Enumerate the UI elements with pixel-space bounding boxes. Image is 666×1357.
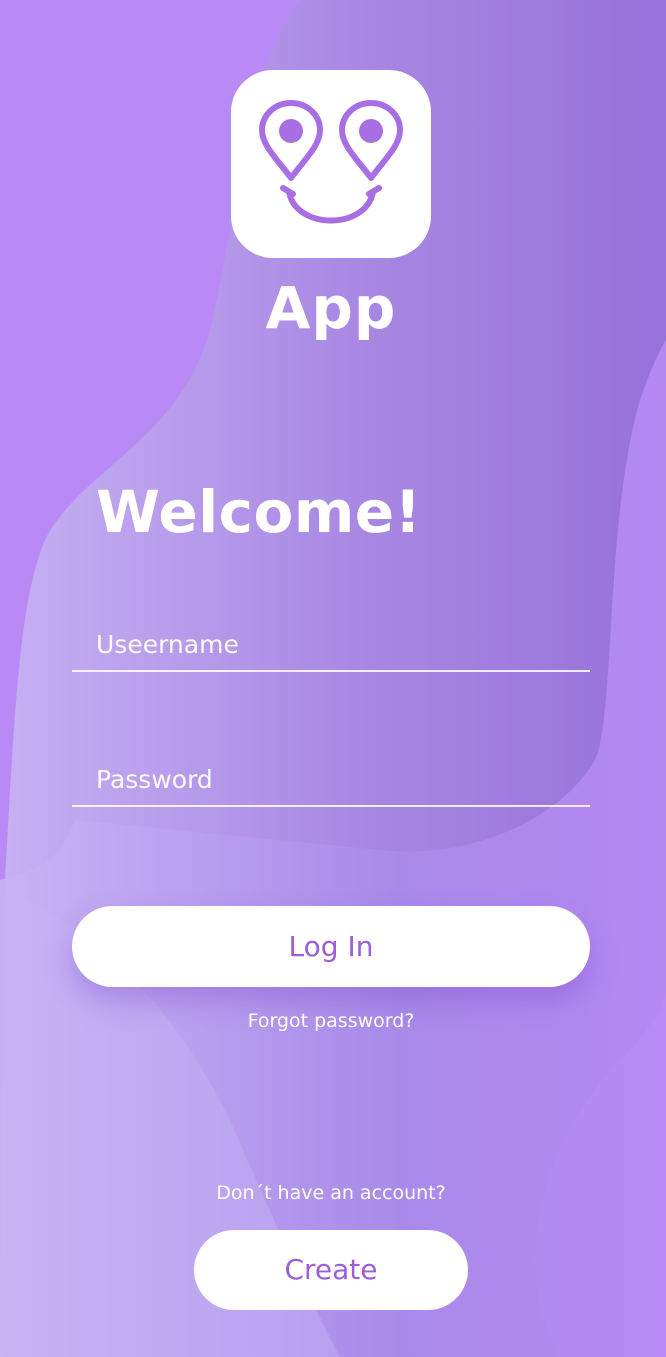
password-input[interactable] [96,759,576,799]
forgot-password-link[interactable]: Forgot password? [0,1010,662,1032]
login-screen: App Welcome! Log In Forgot password? Don… [0,0,666,1357]
app-name: App [265,274,397,342]
username-field [72,624,590,672]
welcome-title: Welcome! [96,478,422,546]
no-account-prompt: Don´t have an account? [216,1182,446,1204]
map-pins-smiley-icon [259,100,403,224]
username-input[interactable] [96,624,576,664]
password-field [72,759,590,807]
create-account-button[interactable]: Create [194,1230,468,1310]
login-button[interactable]: Log In [72,906,590,987]
app-logo [231,70,431,258]
